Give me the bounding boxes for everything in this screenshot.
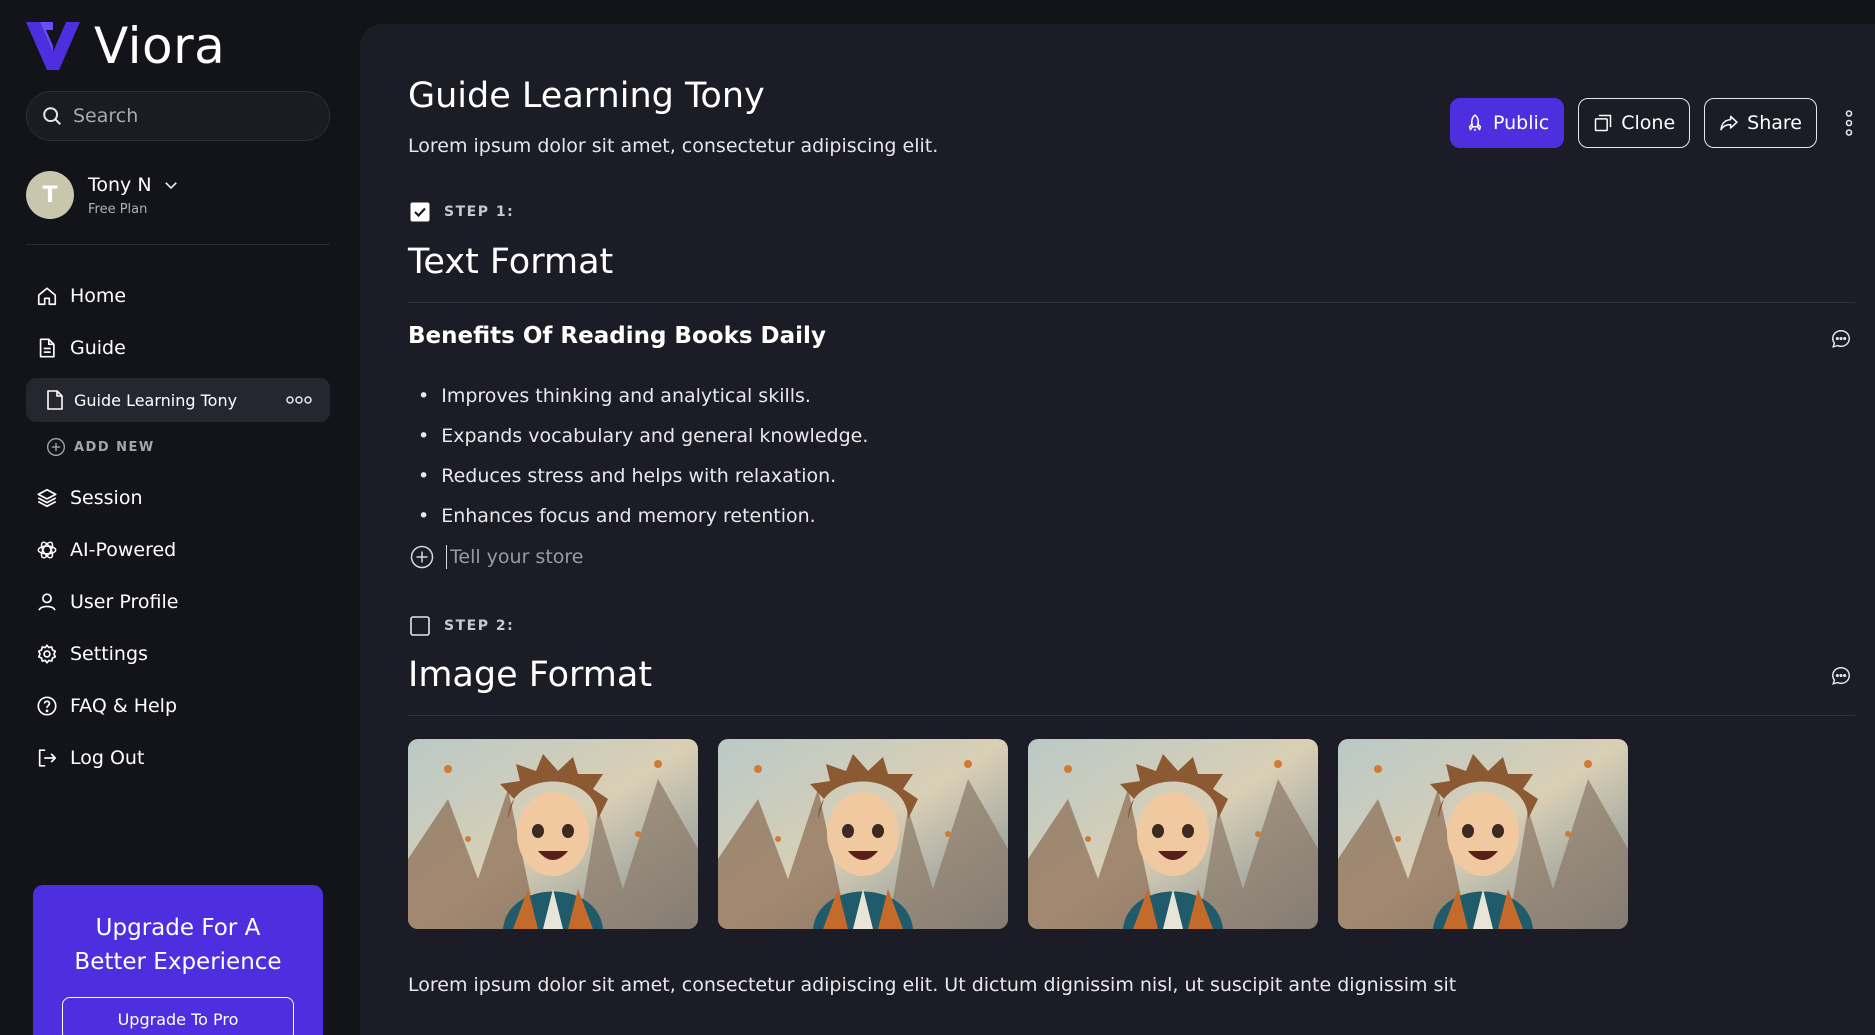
avatar[interactable]: T [26, 171, 74, 219]
logout-icon [38, 749, 57, 767]
upgrade-card: Upgrade For A Better Experience Upgrade … [33, 885, 323, 1035]
image-section-paragraph: Lorem ipsum dolor sit amet, consectetur … [408, 974, 1457, 996]
sidebar-item-ai-powered[interactable]: AI-Powered [36, 535, 176, 565]
sidebar-item-user-profile[interactable]: User Profile [36, 587, 178, 617]
help-circle-icon [37, 696, 57, 716]
anime-boy-illustration [718, 739, 1008, 929]
user-name: Tony N [88, 173, 152, 196]
add-new-button[interactable]: ADD NEW [46, 437, 155, 457]
upgrade-title: Upgrade For A Better Experience [33, 911, 323, 979]
sidebar: Viora T Tony N Free Plan Home [0, 0, 360, 1035]
section-divider [408, 715, 1855, 716]
search-input[interactable] [73, 105, 313, 127]
sidebar-divider [26, 244, 330, 245]
gear-icon [37, 644, 57, 664]
sidebar-item-label: User Profile [70, 591, 179, 613]
search-box[interactable] [26, 91, 330, 141]
user-plan: Free Plan [88, 201, 148, 217]
step-2-row: STEP 2: [410, 616, 514, 636]
benefits-list: Improves thinking and analytical skills.… [418, 376, 868, 536]
page-actions: Public Clone Share [1450, 98, 1853, 148]
main-content: Guide Learning Tony Lorem ipsum dolor si… [360, 24, 1875, 1035]
add-new-label: ADD NEW [74, 439, 155, 455]
anime-boy-illustration [1338, 739, 1628, 929]
viora-logo-icon [26, 22, 80, 70]
user-menu[interactable]: T Tony N Free Plan [26, 171, 180, 219]
image-gallery [408, 739, 1648, 929]
comment-icon[interactable] [1830, 328, 1852, 350]
list-item: Expands vocabulary and general knowledge… [418, 416, 868, 456]
clone-button-label: Clone [1621, 112, 1676, 134]
chevron-down-icon[interactable] [162, 176, 180, 194]
section-title-image-format: Image Format [408, 655, 653, 695]
layers-icon [37, 488, 57, 508]
anime-boy-illustration [1028, 739, 1318, 929]
step-1-row: STEP 1: [410, 202, 514, 222]
upgrade-title-line: Upgrade For A [95, 915, 261, 941]
share-arrow-icon [1720, 115, 1738, 131]
user-icon [38, 593, 56, 611]
plus-circle-icon [47, 438, 65, 456]
sidebar-item-log-out[interactable]: Log Out [36, 743, 144, 773]
page-description: Lorem ipsum dolor sit amet, consectetur … [408, 135, 939, 157]
list-item: Improves thinking and analytical skills. [418, 376, 868, 416]
step-2-label: STEP 2: [444, 618, 515, 634]
sidebar-item-label: Home [70, 285, 127, 307]
sidebar-item-settings[interactable]: Settings [36, 639, 148, 669]
sidebar-item-label: FAQ & Help [70, 695, 178, 717]
section-subheading: Benefits Of Reading Books Daily [408, 323, 826, 349]
page-title: Guide Learning Tony [408, 76, 765, 116]
sidebar-subitem-guide-learning-tony[interactable]: Guide Learning Tony [26, 378, 330, 422]
document-icon [39, 338, 55, 358]
gallery-image[interactable] [718, 739, 1008, 929]
sidebar-item-session[interactable]: Session [36, 483, 143, 513]
sidebar-item-label: AI-Powered [70, 539, 177, 561]
section-title-text-format: Text Format [408, 242, 614, 282]
sidebar-item-home[interactable]: Home [36, 281, 126, 311]
sidebar-item-label: Session [70, 487, 143, 509]
search-icon [43, 107, 61, 125]
share-button-label: Share [1747, 112, 1802, 134]
home-icon [37, 287, 57, 306]
anime-boy-illustration [408, 739, 698, 929]
sidebar-item-guide[interactable]: Guide [36, 333, 126, 363]
more-horizontal-icon[interactable] [286, 395, 312, 405]
section-divider [408, 302, 1855, 303]
sidebar-item-label: Settings [70, 643, 148, 665]
list-item: Enhances focus and memory retention. [418, 496, 868, 536]
clone-button[interactable]: Clone [1578, 98, 1691, 148]
rocket-icon [1468, 114, 1482, 131]
gallery-image[interactable] [1028, 739, 1318, 929]
gallery-image[interactable] [408, 739, 698, 929]
sidebar-item-faq-help[interactable]: FAQ & Help [36, 691, 177, 721]
block-text-input[interactable] [446, 545, 846, 569]
public-button[interactable]: Public [1450, 98, 1565, 148]
plus-circle-icon[interactable] [410, 545, 434, 569]
ai-knot-icon [37, 541, 57, 559]
step-1-label: STEP 1: [444, 204, 515, 220]
upgrade-to-pro-button[interactable]: Upgrade To Pro [62, 997, 294, 1035]
share-button[interactable]: Share [1704, 98, 1817, 148]
brand-name: Viora [94, 17, 226, 75]
sidebar-subitem-label: Guide Learning Tony [74, 390, 238, 410]
list-item: Reduces stress and helps with relaxation… [418, 456, 868, 496]
step-2-checkbox[interactable] [410, 616, 430, 636]
more-vertical-icon[interactable] [1845, 110, 1853, 136]
upgrade-title-line: Better Experience [74, 949, 282, 975]
step-1-checkbox[interactable] [410, 202, 430, 222]
sidebar-item-label: Log Out [70, 747, 145, 769]
sidebar-item-label: Guide [70, 337, 126, 359]
public-button-label: Public [1493, 112, 1550, 134]
add-block-row [410, 545, 846, 569]
brand-logo[interactable]: Viora [26, 18, 225, 74]
comment-icon[interactable] [1830, 665, 1852, 687]
document-icon [47, 390, 63, 410]
copy-icon [1594, 114, 1612, 132]
gallery-image[interactable] [1338, 739, 1628, 929]
